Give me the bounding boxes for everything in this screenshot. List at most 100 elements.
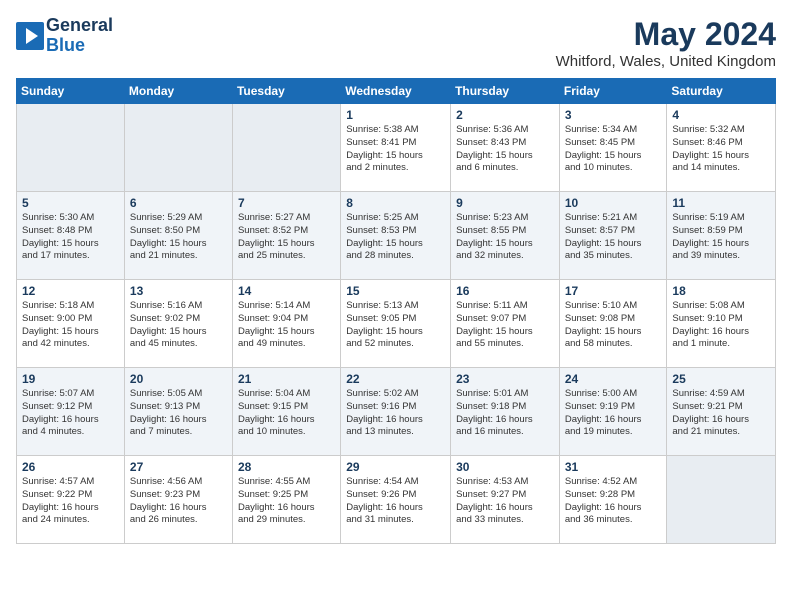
day-number: 22 bbox=[346, 372, 445, 386]
calendar-cell: 19 Sunrise: 5:07 AM Sunset: 9:12 PM Dayli… bbox=[17, 368, 125, 456]
calendar-week-row: 5Sunrise: 5:30 AM Sunset: 8:48 PM Daylig… bbox=[17, 192, 776, 280]
calendar-week-row: 19 Sunrise: 5:07 AM Sunset: 9:12 PM Dayli… bbox=[17, 368, 776, 456]
calendar-cell: 20Sunrise: 5:05 AM Sunset: 9:13 PM Dayli… bbox=[124, 368, 232, 456]
day-number: 24 bbox=[565, 372, 662, 386]
day-info: Sunrise: 5:00 AM Sunset: 9:19 PM Dayligh… bbox=[565, 388, 662, 439]
calendar-cell: 13 Sunrise: 5:16 AM Sunset: 9:02 PM Dayli… bbox=[124, 280, 232, 368]
title-area: May 2024 Whitford, Wales, United Kingdom bbox=[556, 16, 776, 70]
day-number: 17 bbox=[565, 284, 662, 298]
calendar-cell: 28 Sunrise: 4:55 AM Sunset: 9:25 PM Dayli… bbox=[232, 456, 340, 544]
calendar-table: SundayMondayTuesdayWednesdayThursdayFrid… bbox=[16, 78, 776, 544]
calendar-cell bbox=[17, 104, 125, 192]
day-info: Sunrise: 5:01 AM Sunset: 9:18 PM Dayligh… bbox=[456, 388, 554, 439]
calendar-week-row: 1Sunrise: 5:38 AM Sunset: 8:41 PM Daylig… bbox=[17, 104, 776, 192]
calendar-cell: 30 Sunrise: 4:53 AM Sunset: 9:27 PM Dayli… bbox=[451, 456, 560, 544]
calendar-cell: 24 Sunrise: 5:00 AM Sunset: 9:19 PM Dayli… bbox=[559, 368, 667, 456]
month-title: May 2024 bbox=[556, 16, 776, 53]
weekday-header: Saturday bbox=[667, 79, 776, 104]
day-number: 13 bbox=[130, 284, 227, 298]
calendar-cell: 17 Sunrise: 5:10 AM Sunset: 9:08 PM Dayli… bbox=[559, 280, 667, 368]
day-number: 16 bbox=[456, 284, 554, 298]
day-info: Sunrise: 5:18 AM Sunset: 9:00 PM Dayligh… bbox=[22, 300, 119, 351]
day-info: Sunrise: 5:21 AM Sunset: 8:57 PM Dayligh… bbox=[565, 212, 662, 263]
weekday-header: Sunday bbox=[17, 79, 125, 104]
calendar-cell bbox=[667, 456, 776, 544]
day-number: 15 bbox=[346, 284, 445, 298]
day-number: 4 bbox=[672, 108, 770, 122]
day-number: 14 bbox=[238, 284, 335, 298]
day-info: Sunrise: 5:30 AM Sunset: 8:48 PM Dayligh… bbox=[22, 212, 119, 263]
day-info: Sunrise: 5:36 AM Sunset: 8:43 PM Dayligh… bbox=[456, 124, 554, 175]
day-number: 12 bbox=[22, 284, 119, 298]
calendar-cell bbox=[124, 104, 232, 192]
day-number: 29 bbox=[346, 460, 445, 474]
day-number: 18 bbox=[672, 284, 770, 298]
day-number: 30 bbox=[456, 460, 554, 474]
day-info: Sunrise: 5:27 AM Sunset: 8:52 PM Dayligh… bbox=[238, 212, 335, 263]
logo-line2: Blue bbox=[46, 36, 113, 56]
calendar-cell: 7Sunrise: 5:27 AM Sunset: 8:52 PM Daylig… bbox=[232, 192, 340, 280]
location-title: Whitford, Wales, United Kingdom bbox=[556, 53, 776, 70]
day-info: Sunrise: 5:32 AM Sunset: 8:46 PM Dayligh… bbox=[672, 124, 770, 175]
weekday-header: Wednesday bbox=[341, 79, 451, 104]
calendar-cell: 29Sunrise: 4:54 AM Sunset: 9:26 PM Dayli… bbox=[341, 456, 451, 544]
calendar-cell bbox=[232, 104, 340, 192]
calendar-cell: 1Sunrise: 5:38 AM Sunset: 8:41 PM Daylig… bbox=[341, 104, 451, 192]
header: General Blue May 2024 Whitford, Wales, U… bbox=[16, 16, 776, 70]
day-info: Sunrise: 5:13 AM Sunset: 9:05 PM Dayligh… bbox=[346, 300, 445, 351]
day-info: Sunrise: 5:14 AM Sunset: 9:04 PM Dayligh… bbox=[238, 300, 335, 351]
day-info: Sunrise: 5:04 AM Sunset: 9:15 PM Dayligh… bbox=[238, 388, 335, 439]
weekday-header: Tuesday bbox=[232, 79, 340, 104]
calendar-cell: 27 Sunrise: 4:56 AM Sunset: 9:23 PM Dayli… bbox=[124, 456, 232, 544]
calendar-cell: 26Sunrise: 4:57 AM Sunset: 9:22 PM Dayli… bbox=[17, 456, 125, 544]
day-info: Sunrise: 5:25 AM Sunset: 8:53 PM Dayligh… bbox=[346, 212, 445, 263]
day-number: 28 bbox=[238, 460, 335, 474]
day-number: 27 bbox=[130, 460, 227, 474]
day-number: 31 bbox=[565, 460, 662, 474]
calendar-cell: 12 Sunrise: 5:18 AM Sunset: 9:00 PM Dayli… bbox=[17, 280, 125, 368]
day-info: Sunrise: 5:07 AM Sunset: 9:12 PM Dayligh… bbox=[22, 388, 119, 439]
logo: General Blue bbox=[16, 16, 113, 56]
day-number: 21 bbox=[238, 372, 335, 386]
day-info: Sunrise: 5:10 AM Sunset: 9:08 PM Dayligh… bbox=[565, 300, 662, 351]
logo-line1: General bbox=[46, 16, 113, 36]
day-info: Sunrise: 5:08 AM Sunset: 9:10 PM Dayligh… bbox=[672, 300, 770, 351]
calendar-cell: 3Sunrise: 5:34 AM Sunset: 8:45 PM Daylig… bbox=[559, 104, 667, 192]
calendar-cell: 16 Sunrise: 5:11 AM Sunset: 9:07 PM Dayli… bbox=[451, 280, 560, 368]
calendar-cell: 4 Sunrise: 5:32 AM Sunset: 8:46 PM Daylig… bbox=[667, 104, 776, 192]
day-info: Sunrise: 4:56 AM Sunset: 9:23 PM Dayligh… bbox=[130, 476, 227, 527]
day-info: Sunrise: 5:02 AM Sunset: 9:16 PM Dayligh… bbox=[346, 388, 445, 439]
calendar-week-row: 12 Sunrise: 5:18 AM Sunset: 9:00 PM Dayli… bbox=[17, 280, 776, 368]
calendar-cell: 18 Sunrise: 5:08 AM Sunset: 9:10 PM Dayli… bbox=[667, 280, 776, 368]
logo-icon bbox=[16, 22, 44, 50]
calendar-cell: 2 Sunrise: 5:36 AM Sunset: 8:43 PM Daylig… bbox=[451, 104, 560, 192]
day-info: Sunrise: 5:19 AM Sunset: 8:59 PM Dayligh… bbox=[672, 212, 770, 263]
calendar-body: 1Sunrise: 5:38 AM Sunset: 8:41 PM Daylig… bbox=[17, 104, 776, 544]
calendar-cell: 22 Sunrise: 5:02 AM Sunset: 9:16 PM Dayli… bbox=[341, 368, 451, 456]
day-number: 25 bbox=[672, 372, 770, 386]
day-number: 19 bbox=[22, 372, 119, 386]
day-number: 23 bbox=[456, 372, 554, 386]
calendar-cell: 9Sunrise: 5:23 AM Sunset: 8:55 PM Daylig… bbox=[451, 192, 560, 280]
calendar-cell: 6Sunrise: 5:29 AM Sunset: 8:50 PM Daylig… bbox=[124, 192, 232, 280]
calendar-header: SundayMondayTuesdayWednesdayThursdayFrid… bbox=[17, 79, 776, 104]
calendar-cell: 11 Sunrise: 5:19 AM Sunset: 8:59 PM Dayli… bbox=[667, 192, 776, 280]
calendar-cell: 14 Sunrise: 5:14 AM Sunset: 9:04 PM Dayli… bbox=[232, 280, 340, 368]
calendar-week-row: 26Sunrise: 4:57 AM Sunset: 9:22 PM Dayli… bbox=[17, 456, 776, 544]
day-number: 26 bbox=[22, 460, 119, 474]
day-number: 3 bbox=[565, 108, 662, 122]
day-info: Sunrise: 4:53 AM Sunset: 9:27 PM Dayligh… bbox=[456, 476, 554, 527]
day-number: 10 bbox=[565, 196, 662, 210]
weekday-header: Friday bbox=[559, 79, 667, 104]
day-number: 9 bbox=[456, 196, 554, 210]
day-info: Sunrise: 5:38 AM Sunset: 8:41 PM Dayligh… bbox=[346, 124, 445, 175]
day-info: Sunrise: 5:11 AM Sunset: 9:07 PM Dayligh… bbox=[456, 300, 554, 351]
day-number: 20 bbox=[130, 372, 227, 386]
day-number: 11 bbox=[672, 196, 770, 210]
day-info: Sunrise: 5:16 AM Sunset: 9:02 PM Dayligh… bbox=[130, 300, 227, 351]
day-number: 2 bbox=[456, 108, 554, 122]
day-info: Sunrise: 4:55 AM Sunset: 9:25 PM Dayligh… bbox=[238, 476, 335, 527]
calendar-cell: 25Sunrise: 4:59 AM Sunset: 9:21 PM Dayli… bbox=[667, 368, 776, 456]
day-number: 8 bbox=[346, 196, 445, 210]
calendar-cell: 10 Sunrise: 5:21 AM Sunset: 8:57 PM Dayli… bbox=[559, 192, 667, 280]
